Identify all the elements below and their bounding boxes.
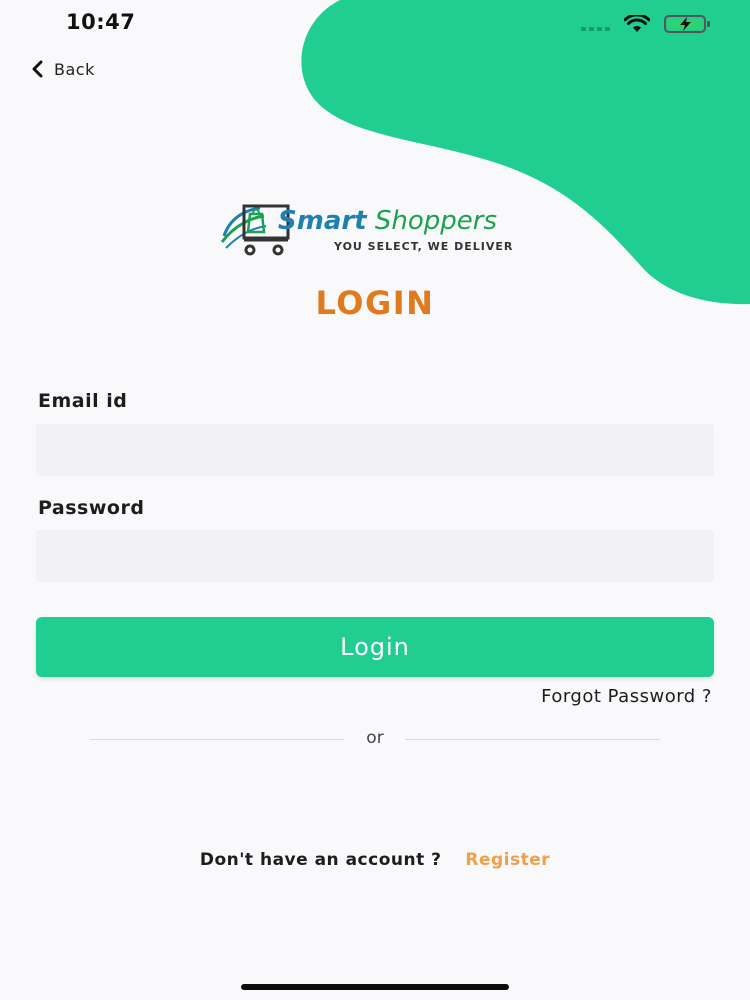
status-bar: 10:47 [0,0,750,50]
status-time: 10:47 [66,10,136,34]
email-label: Email id [38,390,128,412]
separator-text: or [366,728,384,748]
logo-name-smart: Smart [278,206,367,236]
register-prompt: Don't have an account ? [199,850,442,870]
register-link[interactable]: Register [465,850,550,870]
app-logo: Smart Shoppers YOU SELECT, WE DELIVER [220,196,532,260]
divider-right [405,739,660,740]
battery-charging-icon [664,15,710,33]
login-button[interactable]: Login [36,617,714,677]
password-label: Password [38,497,145,519]
logo-name: Smart Shoppers [278,208,497,234]
back-button[interactable]: Back [30,56,95,82]
page-title: LOGIN [315,284,435,322]
chevron-left-icon [32,60,43,78]
forgot-password-link[interactable]: Forgot Password ? [541,686,712,707]
register-row: Don't have an account ? Register [0,850,750,870]
password-field[interactable] [36,530,714,582]
logo-name-shoppers: Shoppers [374,206,498,236]
email-field[interactable] [36,424,714,476]
home-indicator [241,984,509,990]
logo-tagline: YOU SELECT, WE DELIVER [334,240,514,253]
signal-icon [581,17,610,31]
status-icons [581,14,712,34]
wifi-icon [624,15,650,32]
back-label: Back [54,59,95,79]
